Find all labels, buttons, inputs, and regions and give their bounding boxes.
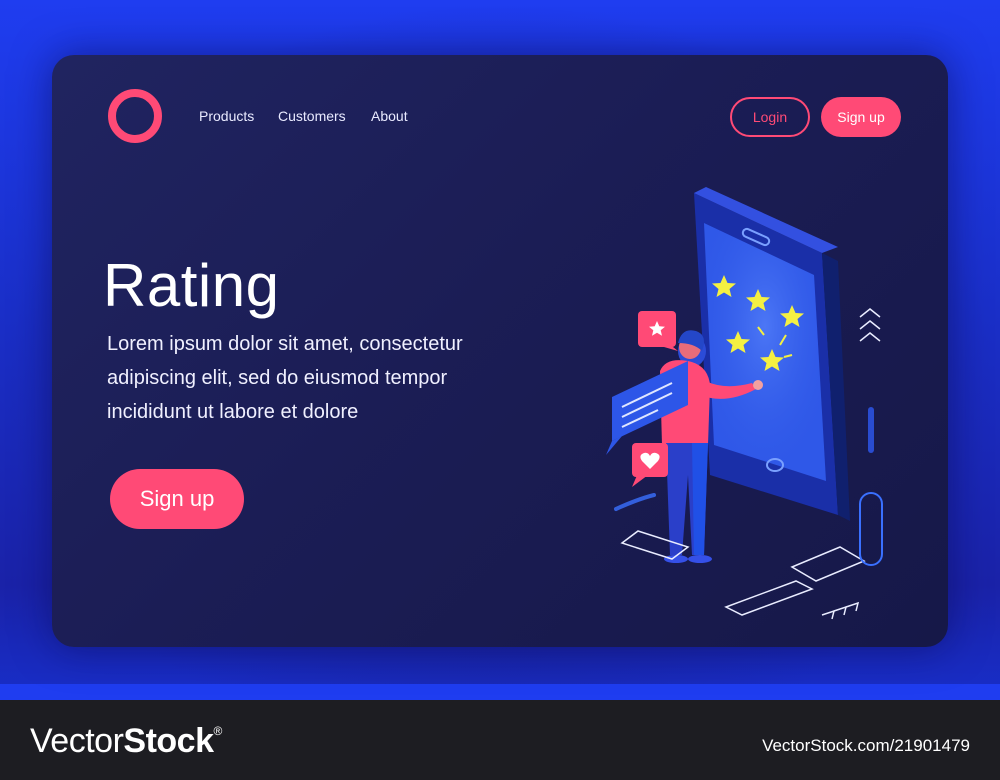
brand-light: Vector [30, 722, 124, 760]
signup-button[interactable]: Sign up [821, 97, 901, 137]
nav-item-products[interactable]: Products [199, 108, 254, 124]
hero-title: Rating [103, 252, 280, 319]
star-bubble-icon [638, 311, 678, 351]
chevron-up-icon [859, 308, 881, 342]
brand-logo: VectorStock® [30, 722, 222, 761]
hero-signup-button[interactable]: Sign up [110, 469, 244, 529]
footer-bar: VectorStock® VectorStock.com/21901479 [0, 700, 1000, 780]
registered-mark: ® [213, 724, 222, 738]
floor-tiles [620, 530, 866, 616]
nav-item-customers[interactable]: Customers [278, 108, 346, 124]
stock-id: VectorStock.com/21901479 [762, 736, 970, 755]
nav-item-about[interactable]: About [371, 108, 408, 124]
landing-card: Products Customers About Login Sign up R… [52, 55, 948, 647]
rating-illustration [606, 187, 883, 620]
ring-logo-icon[interactable] [108, 89, 162, 143]
brand-bold: Stock [123, 722, 214, 760]
hero-description: Lorem ipsum dolor sit amet, consectetur … [107, 333, 463, 423]
login-button[interactable]: Login [730, 97, 810, 137]
bottom-band [0, 684, 1000, 700]
chevron-right-icon [821, 601, 860, 620]
heart-bubble-icon [632, 443, 668, 487]
